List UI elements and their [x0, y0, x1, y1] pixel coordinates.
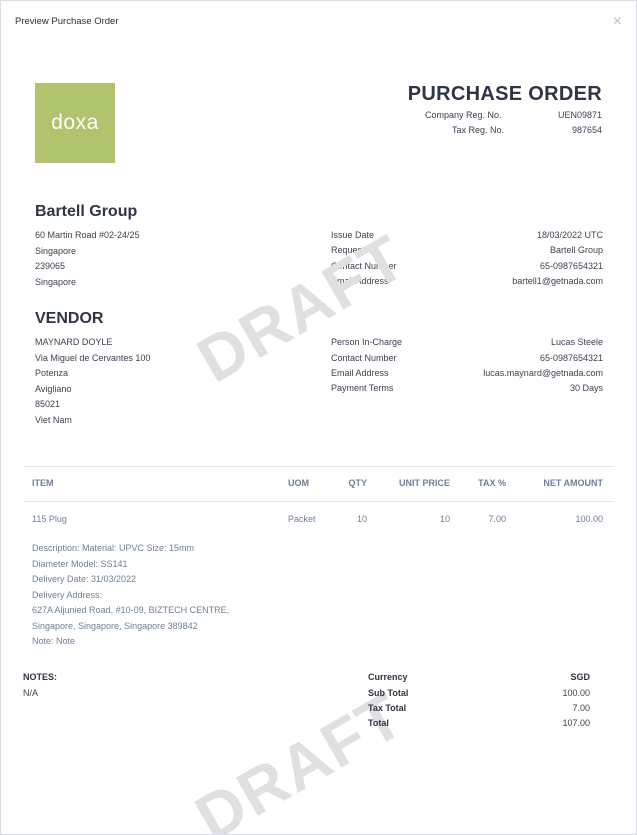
notes-value: N/A	[23, 688, 39, 698]
vendor-email-value: lucas.maynard@getnada.com	[483, 368, 603, 378]
col-header-item: ITEM	[32, 478, 54, 488]
payment-terms-row: Payment Terms 30 Days	[331, 383, 603, 397]
company-reg-label: Company Reg. No.	[425, 110, 502, 120]
tax-reg-label: Tax Reg. No.	[452, 125, 505, 135]
vendor-email-row: Email Address lucas.maynard@getnada.com	[331, 368, 603, 382]
close-icon[interactable]: ×	[613, 14, 622, 30]
buyer-contact-row: Contact Number 65-0987654321	[331, 261, 603, 275]
vendor-contact-label: Contact Number	[331, 353, 397, 363]
row-uom: Packet	[288, 514, 316, 524]
person-in-charge-value: Lucas Steele	[550, 337, 603, 347]
requestor-value: Bartell Group	[549, 245, 603, 255]
buyer-address: 60 Martin Road #02-24/25 Singapore 23906…	[35, 228, 140, 290]
col-header-qty: QTY	[348, 478, 367, 488]
vendor-email-label: Email Address	[331, 368, 389, 378]
item-description: Description: Material: UPVC Size: 15mm D…	[32, 541, 229, 650]
company-reg-value: UEN09871	[557, 110, 602, 120]
address-line: MAYNARD DOYLE	[35, 337, 113, 347]
buyer-contact-value: 65-0987654321	[539, 261, 603, 271]
logo-text: doxa	[51, 111, 99, 134]
tax-reg-row: Tax Reg. No. 987654	[452, 125, 602, 139]
subtotal-label: Sub Total	[368, 688, 409, 698]
total-label: Total	[368, 718, 389, 728]
row-net-amount: 100.00	[575, 514, 603, 524]
total-row: Total 107.00	[368, 718, 590, 733]
total-value: 107.00	[562, 718, 590, 728]
requestor-label: Requestor	[331, 245, 373, 255]
buyer-name: Bartell Group	[35, 203, 138, 220]
row-item: 115 Plug	[32, 514, 67, 524]
address-line: 239065	[35, 261, 66, 271]
address-line: Singapore	[35, 245, 77, 256]
address-line: Avigliano	[35, 383, 72, 394]
vendor-heading: VENDOR	[35, 310, 104, 327]
tax-total-value: 7.00	[572, 703, 590, 713]
issue-date-row: Issue Date 18/03/2022 UTC	[331, 230, 603, 244]
buyer-email-row: Email Address bartell1@getnada.com	[331, 276, 603, 290]
vendor-contact-value: 65-0987654321	[539, 353, 603, 363]
company-reg-row: Company Reg. No. UEN09871	[425, 110, 602, 124]
person-in-charge-label: Person In-Charge	[331, 337, 403, 347]
tax-total-row: Tax Total 7.00	[368, 703, 590, 718]
description-line: Delivery Address:	[32, 589, 103, 600]
address-line: Potenza	[35, 368, 69, 378]
vendor-address: MAYNARD DOYLE Via Miguel de Cervantes 10…	[35, 335, 150, 428]
description-line: Description: Material: UPVC Size: 15mm	[32, 543, 195, 553]
tax-reg-value: 987654	[571, 125, 602, 135]
description-line: Singapore, Singapore, Singapore 389842	[32, 620, 198, 631]
address-line: Viet Nam	[35, 414, 72, 425]
divider	[23, 466, 614, 467]
buyer-email-label: Email Address	[331, 276, 389, 286]
tax-total-label: Tax Total	[368, 703, 407, 713]
col-header-uom: UOM	[288, 478, 309, 488]
description-line: Diameter Model: SS141	[32, 558, 128, 569]
row-tax: 7.00	[488, 514, 506, 524]
requestor-row: Requestor Bartell Group	[331, 245, 603, 259]
col-header-tax: TAX %	[478, 478, 506, 488]
buyer-email-value: bartell1@getnada.com	[512, 276, 603, 286]
issue-date-value: 18/03/2022 UTC	[536, 230, 603, 240]
description-line: 627A Aljunied Road, #10-09, BIZTECH CENT…	[32, 605, 230, 615]
modal-title: Preview Purchase Order	[15, 16, 119, 27]
row-unit-price: 10	[439, 514, 450, 524]
currency-row: Currency SGD	[368, 672, 590, 687]
address-line: 85021	[35, 399, 61, 409]
row-qty: 10	[356, 514, 367, 524]
buyer-contact-label: Contact Number	[331, 261, 397, 271]
description-line: Delivery Date: 31/03/2022	[32, 574, 137, 584]
subtotal-row: Sub Total 100.00	[368, 688, 590, 703]
issue-date-label: Issue Date	[331, 230, 375, 240]
col-header-net-amount: NET AMOUNT	[543, 478, 603, 488]
payment-terms-label: Payment Terms	[331, 383, 394, 393]
description-line: Note: Note	[32, 636, 76, 646]
currency-label: Currency	[368, 672, 408, 682]
vendor-contact-row: Contact Number 65-0987654321	[331, 353, 603, 367]
company-logo: doxa	[35, 83, 115, 163]
address-line: 60 Martin Road #02-24/25	[35, 230, 140, 240]
address-line: Via Miguel de Cervantes 100	[35, 352, 151, 363]
address-line: Singapore	[35, 276, 77, 287]
person-in-charge-row: Person In-Charge Lucas Steele	[331, 337, 603, 351]
document-title: PURCHASE ORDER	[407, 83, 602, 105]
notes-label: NOTES:	[23, 672, 58, 682]
currency-value: SGD	[570, 672, 590, 682]
divider	[23, 501, 614, 502]
col-header-unit-price: UNIT PRICE	[398, 478, 450, 488]
subtotal-value: 100.00	[562, 688, 590, 698]
purchase-order-preview-modal: Preview Purchase Order × doxa PURCHASE O…	[0, 0, 637, 835]
payment-terms-value: 30 Days	[569, 383, 603, 393]
